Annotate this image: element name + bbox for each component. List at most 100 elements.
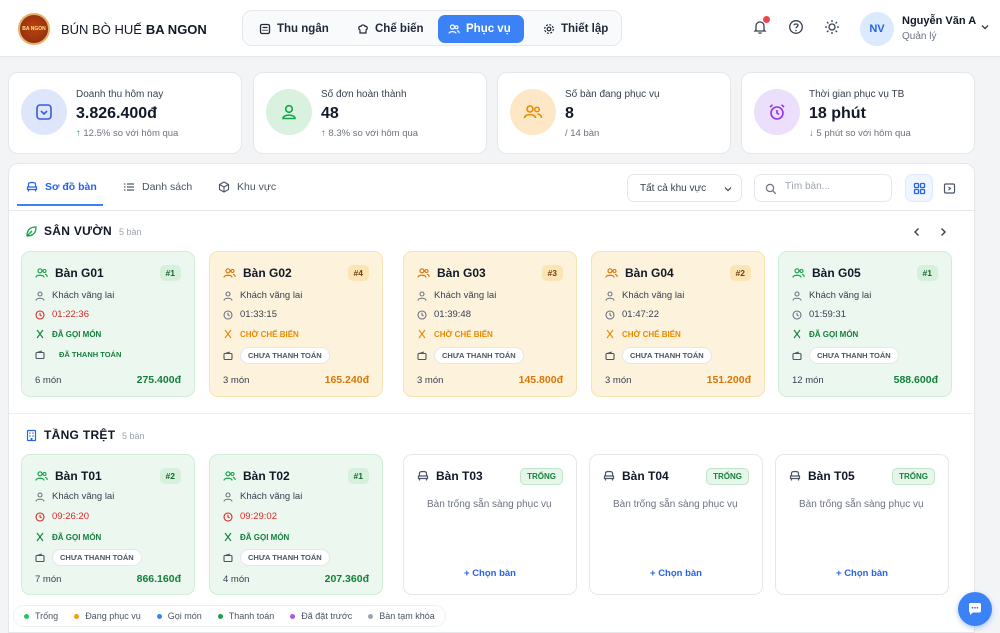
order-status: ĐÃ GỌI MÓN bbox=[52, 329, 102, 339]
order-number-badge: #2 bbox=[159, 468, 181, 484]
brand-bold: BA NGON bbox=[145, 22, 207, 37]
person-icon bbox=[417, 290, 427, 301]
armchair-icon bbox=[603, 470, 615, 481]
stat-change-value: 5 phút bbox=[816, 128, 843, 139]
person-icon bbox=[223, 491, 233, 502]
clock-icon bbox=[605, 309, 615, 320]
order-number-badge: #1 bbox=[347, 468, 369, 484]
elapsed-time-row: 01:47:22 bbox=[605, 309, 659, 320]
choose-table-button[interactable]: + Chọn bàn bbox=[776, 568, 948, 579]
utensils-icon bbox=[793, 329, 801, 339]
guest-row: Khách vãng lai bbox=[417, 290, 496, 301]
order-status: ĐÃ GỌI MÓN bbox=[240, 532, 290, 542]
notification-bell-icon[interactable] bbox=[752, 16, 770, 35]
stat-revenue: Doanh thu hôm nay 3.826.400đ ↑ 12.5% so … bbox=[8, 72, 242, 154]
table-card-g02[interactable]: Bàn G02 #4 Khách vãng lai 01:33:15 CHỜ C… bbox=[209, 251, 383, 397]
wallet-icon bbox=[223, 553, 233, 562]
chevron-left-icon[interactable] bbox=[911, 226, 923, 238]
tab-list[interactable]: Danh sách bbox=[123, 181, 192, 193]
legend-label: Thanh toán bbox=[228, 611, 275, 621]
empty-status-badge: TRỐNG bbox=[520, 468, 563, 485]
stat-value: 18 phút bbox=[809, 105, 866, 122]
choose-table-button[interactable]: + Chọn bàn bbox=[404, 568, 576, 579]
table-card-g05[interactable]: Bàn G05 #1 Khách vãng lai 01:59:31 ĐÃ GỌ… bbox=[778, 251, 952, 397]
table-title: Bàn T04 bbox=[603, 469, 669, 483]
table-card-t03[interactable]: Bàn T03 TRỐNG Bàn trống sẵn sàng phục vụ… bbox=[403, 454, 577, 595]
list-view-button[interactable] bbox=[935, 174, 963, 202]
grid-icon bbox=[913, 182, 925, 194]
stat-value: 8 bbox=[565, 105, 574, 122]
chevron-right-icon[interactable] bbox=[937, 226, 949, 238]
table-name: Bàn G05 bbox=[812, 266, 861, 280]
table-name: Bàn T03 bbox=[436, 469, 483, 483]
stat-change-suffix: so với hôm qua bbox=[352, 128, 419, 139]
area-title-text: TẦNG TRỆT bbox=[44, 428, 116, 442]
tab-table-map[interactable]: Sơ đồ bàn bbox=[26, 181, 97, 193]
nav-settings-label: Thiết lập bbox=[561, 23, 609, 35]
elapsed-time: 01:59:31 bbox=[809, 309, 846, 320]
brand-logo[interactable]: BA NGON bbox=[18, 13, 50, 45]
person-icon bbox=[35, 491, 45, 502]
elapsed-time-row: 01:22:36 bbox=[35, 309, 89, 320]
order-status-row: ĐÃ GỌI MÓN bbox=[35, 329, 101, 339]
order-status-row: CHỜ CHẾ BIẾN bbox=[223, 329, 299, 339]
chat-support-button[interactable] bbox=[958, 592, 992, 626]
area-filter-select[interactable]: Tất cả khu vực bbox=[627, 174, 742, 202]
table-card-t04[interactable]: Bàn T04 TRỐNG Bàn trống sẵn sàng phục vụ… bbox=[589, 454, 763, 595]
help-icon[interactable] bbox=[788, 19, 804, 35]
person-icon bbox=[223, 290, 233, 301]
arrow-up-icon: ↑ bbox=[76, 128, 81, 139]
legend-label: Đang phục vụ bbox=[85, 611, 141, 621]
nav-cashier[interactable]: Thu ngân bbox=[249, 15, 339, 43]
armchair-icon bbox=[417, 470, 429, 481]
theme-sun-icon[interactable] bbox=[824, 19, 840, 35]
order-number-badge: #3 bbox=[541, 265, 563, 281]
legend-dot bbox=[74, 613, 80, 619]
cube-icon bbox=[218, 181, 230, 193]
clock-icon bbox=[223, 511, 233, 522]
users-icon bbox=[35, 471, 48, 481]
table-card-t05[interactable]: Bàn T05 TRỐNG Bàn trống sẵn sàng phục vụ… bbox=[775, 454, 949, 595]
order-number-badge: #1 bbox=[159, 265, 181, 281]
user-avatar[interactable]: NV bbox=[860, 12, 894, 46]
guest-row: Khách vãng lai bbox=[223, 290, 302, 301]
stat-tables-serving: Số bàn đang phục vụ 8 / 14 bàn bbox=[497, 72, 731, 154]
table-card-t01[interactable]: Bàn T01 #2 Khách vãng lai 09:26:20 ĐÃ GỌ… bbox=[21, 454, 195, 595]
user-icon bbox=[266, 89, 312, 135]
table-card-g03[interactable]: Bàn G03 #3 Khách vãng lai 01:39:48 CHỜ C… bbox=[403, 251, 577, 397]
table-card-g01[interactable]: Bàn G01 #1 Khách vãng lai 01:22:36 ĐÃ GỌ… bbox=[21, 251, 195, 397]
nav-service[interactable]: Phục vụ bbox=[438, 15, 524, 43]
legend-dot bbox=[156, 613, 162, 619]
order-status: ĐÃ GỌI MÓN bbox=[52, 532, 102, 542]
table-card-t02[interactable]: Bàn T02 #1 Khách vãng lai 09:29:02 ĐÃ GỌ… bbox=[209, 454, 383, 595]
search-input[interactable] bbox=[785, 181, 885, 192]
nav-settings[interactable]: Thiết lập bbox=[533, 15, 618, 43]
stat-change-suffix: so với hôm qua bbox=[112, 128, 179, 139]
order-total: 588.600đ bbox=[893, 374, 938, 386]
table-name: Bàn T05 bbox=[808, 469, 855, 483]
tab-areas[interactable]: Khu vực bbox=[218, 181, 276, 193]
users-icon bbox=[223, 471, 236, 481]
tab-label: Khu vực bbox=[237, 181, 277, 193]
elapsed-time-row: 01:39:48 bbox=[417, 309, 471, 320]
order-total: 207.360đ bbox=[324, 573, 369, 585]
grid-view-button[interactable] bbox=[905, 174, 933, 202]
payment-status-row: CHƯA THANH TOÁN bbox=[417, 347, 524, 364]
table-name: Bàn T01 bbox=[55, 469, 102, 483]
wallet-icon bbox=[792, 351, 802, 360]
nav-kitchen[interactable]: Chế biến bbox=[347, 15, 434, 43]
group-users-icon bbox=[510, 89, 556, 135]
clock-icon bbox=[223, 309, 233, 320]
table-title: Bàn T03 bbox=[417, 469, 483, 483]
table-search[interactable] bbox=[754, 174, 892, 202]
chevron-down-icon[interactable] bbox=[980, 22, 990, 32]
elapsed-time-row: 09:26:20 bbox=[35, 511, 89, 522]
choose-table-button[interactable]: + Chọn bàn bbox=[590, 568, 762, 579]
table-title: Bàn G02 bbox=[223, 266, 292, 280]
user-name[interactable]: Nguyễn Văn A bbox=[902, 15, 976, 27]
table-card-g04[interactable]: Bàn G04 #2 Khách vãng lai 01:47:22 CHỜ C… bbox=[591, 251, 765, 397]
legend-item-locked: Bàn tạm khóa bbox=[368, 611, 435, 621]
payment-status: CHƯA THANH TOÁN bbox=[52, 549, 142, 566]
users-icon bbox=[792, 268, 805, 278]
stat-change: ↑ 12.5% so với hôm qua bbox=[76, 128, 178, 139]
